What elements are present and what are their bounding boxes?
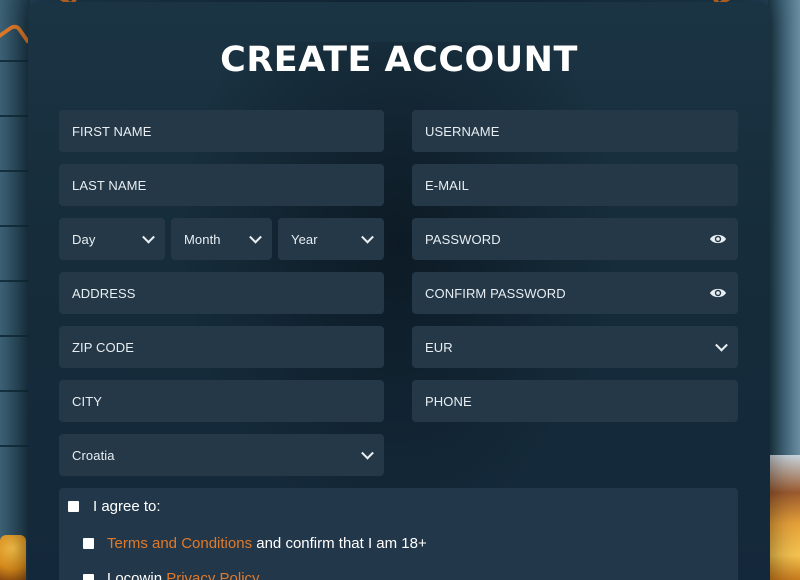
chevron-down-icon xyxy=(249,230,262,244)
agreement-section: I agree to: Terms and Conditions and con… xyxy=(59,488,738,580)
agree-intro-label: I agree to: xyxy=(93,498,161,515)
privacy-label: Locowin Privacy Policy xyxy=(107,570,260,580)
chevron-down-icon xyxy=(361,446,374,460)
confirm-password-placeholder: CONFIRM PASSWORD xyxy=(425,285,566,301)
year-select[interactable]: Year xyxy=(278,218,384,260)
zip-code-field[interactable]: ZIP CODE xyxy=(59,326,384,368)
username-field[interactable]: USERNAME xyxy=(412,110,738,152)
first-name-placeholder: FIRST NAME xyxy=(72,123,152,139)
privacy-prefix: Locowin xyxy=(107,570,167,580)
last-name-placeholder: LAST NAME xyxy=(72,177,147,193)
password-field[interactable]: PASSWORD xyxy=(412,218,738,260)
country-select[interactable]: Croatia xyxy=(59,434,384,476)
terms-suffix: and confirm that I am 18+ xyxy=(252,535,427,552)
currency-select-value: EUR xyxy=(425,339,453,355)
address-placeholder: ADDRESS xyxy=(72,285,136,301)
background-left-wall xyxy=(0,0,30,580)
currency-select[interactable]: EUR xyxy=(412,326,738,368)
create-account-panel: CREATE ACCOUNT FIRST NAME LAST NAME Day … xyxy=(28,2,770,580)
month-select-value: Month xyxy=(184,231,221,247)
city-field[interactable]: CITY xyxy=(59,380,384,422)
confirm-password-field[interactable]: CONFIRM PASSWORD xyxy=(412,272,738,314)
first-name-field[interactable]: FIRST NAME xyxy=(59,110,384,152)
password-placeholder: PASSWORD xyxy=(425,231,501,247)
treasure-decoration xyxy=(770,455,800,580)
crown-decoration xyxy=(0,535,26,580)
terms-checkbox[interactable] xyxy=(83,538,94,549)
address-field[interactable]: ADDRESS xyxy=(59,272,384,314)
privacy-link[interactable]: Privacy Policy xyxy=(166,570,259,580)
username-placeholder: USERNAME xyxy=(425,123,500,139)
terms-link[interactable]: Terms and Conditions xyxy=(107,535,252,552)
phone-placeholder: PHONE xyxy=(425,393,472,409)
phone-field[interactable]: PHONE xyxy=(412,380,738,422)
email-field[interactable]: E-MAIL xyxy=(412,164,738,206)
chevron-down-icon xyxy=(715,338,728,352)
day-select[interactable]: Day xyxy=(59,218,165,260)
day-select-value: Day xyxy=(72,231,96,247)
eye-icon[interactable] xyxy=(709,232,727,246)
email-placeholder: E-MAIL xyxy=(425,177,469,193)
chevron-down-icon xyxy=(142,230,155,244)
city-placeholder: CITY xyxy=(72,393,103,409)
agree-all-checkbox[interactable] xyxy=(68,501,79,512)
page-title: CREATE ACCOUNT xyxy=(220,40,578,80)
year-select-value: Year xyxy=(291,231,318,247)
privacy-checkbox[interactable] xyxy=(83,574,94,580)
chevron-down-icon xyxy=(361,230,374,244)
terms-label: Terms and Conditions and confirm that I … xyxy=(107,535,427,552)
zip-code-placeholder: ZIP CODE xyxy=(72,339,134,355)
month-select[interactable]: Month xyxy=(171,218,272,260)
eye-icon[interactable] xyxy=(709,286,727,300)
last-name-field[interactable]: LAST NAME xyxy=(59,164,384,206)
country-select-value: Croatia xyxy=(72,447,115,463)
